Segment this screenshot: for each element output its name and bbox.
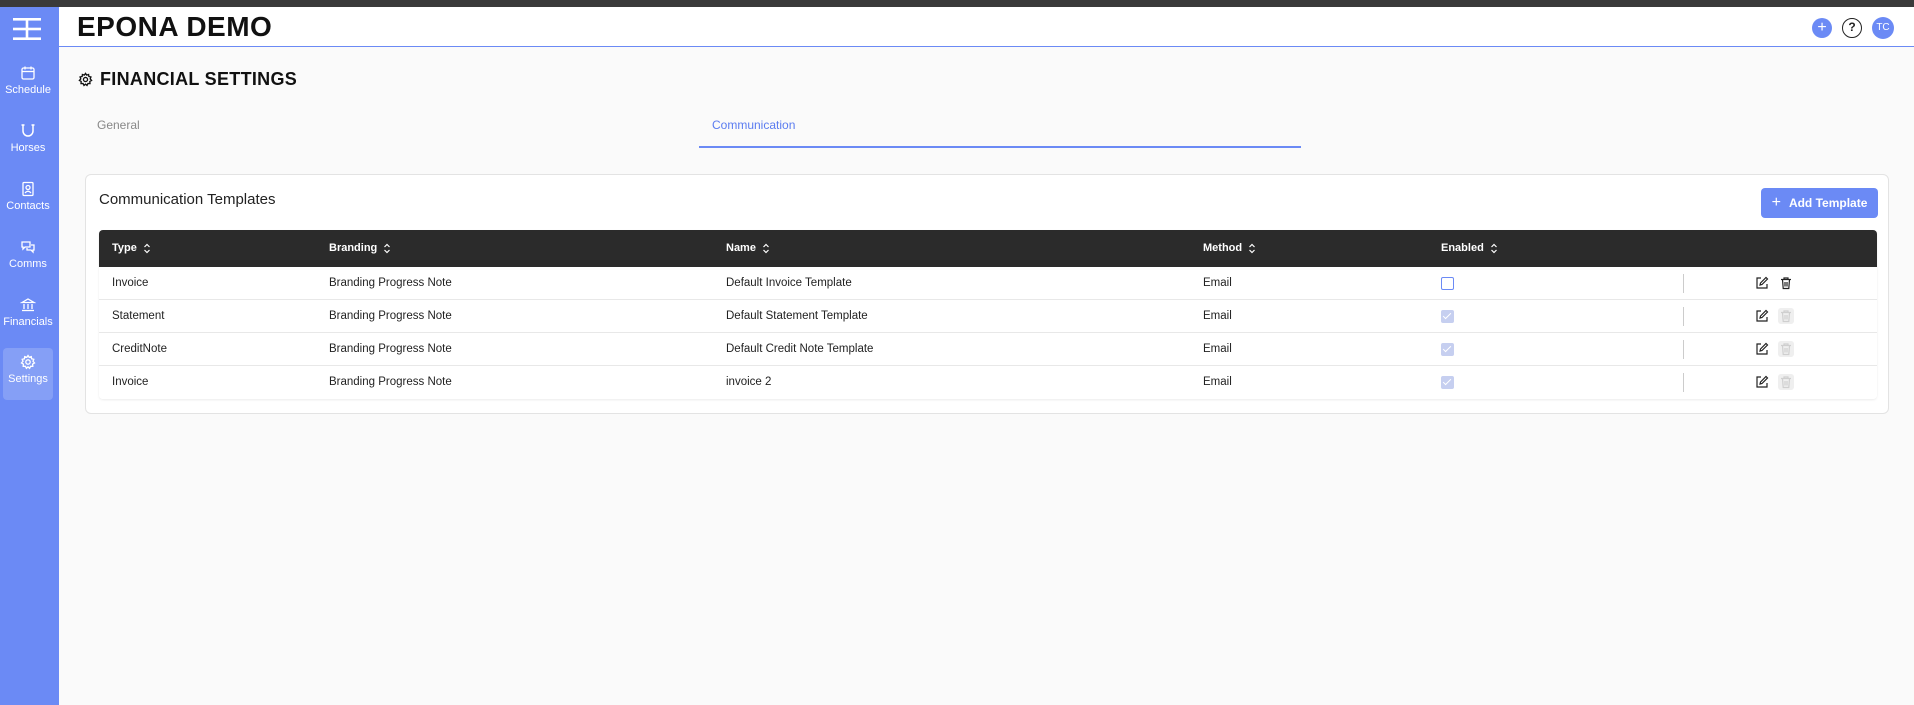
cell-type: Invoice bbox=[112, 277, 149, 289]
column-header-branding[interactable]: Branding bbox=[329, 242, 391, 254]
column-header-method[interactable]: Method bbox=[1203, 242, 1256, 254]
enabled-checkbox[interactable] bbox=[1441, 343, 1454, 356]
sort-icon bbox=[143, 243, 150, 253]
edit-icon[interactable] bbox=[1755, 342, 1769, 356]
panel-title: Communication Templates bbox=[99, 191, 276, 208]
sort-icon bbox=[763, 243, 769, 253]
trash-icon bbox=[1778, 308, 1794, 324]
sidebar: Schedule Horses Contacts Comms Financial… bbox=[0, 7, 59, 705]
user-avatar[interactable]: TC bbox=[1872, 17, 1894, 39]
cell-method: Email bbox=[1203, 277, 1232, 289]
sidebar-item-label: Financials bbox=[3, 316, 53, 328]
enabled-checkbox[interactable] bbox=[1441, 277, 1454, 290]
column-header-type[interactable]: Type bbox=[112, 242, 151, 254]
table-header: Type Branding Name Method Enabled bbox=[99, 230, 1877, 267]
table-row: Statement Branding Progress Note Default… bbox=[99, 300, 1877, 333]
column-label: Branding bbox=[329, 242, 378, 254]
gear-icon bbox=[20, 354, 36, 370]
sort-icon bbox=[384, 243, 391, 253]
quick-add-button[interactable]: + bbox=[1812, 18, 1832, 38]
sidebar-item-contacts[interactable]: Contacts bbox=[3, 175, 53, 227]
divider bbox=[1683, 307, 1684, 326]
column-label: Enabled bbox=[1441, 242, 1484, 254]
cell-name: Default Statement Template bbox=[726, 310, 868, 322]
calendar-icon bbox=[21, 66, 35, 80]
table-row: CreditNote Branding Progress Note Defaul… bbox=[99, 333, 1877, 366]
cell-type: Invoice bbox=[112, 376, 149, 388]
app-logo-icon[interactable] bbox=[12, 16, 42, 42]
column-label: Type bbox=[112, 242, 137, 254]
divider bbox=[1683, 274, 1684, 293]
tab-communication[interactable]: Communication bbox=[712, 118, 795, 132]
app-title: EPONA DEMO bbox=[77, 11, 273, 42]
cell-branding: Branding Progress Note bbox=[329, 343, 452, 355]
edit-icon[interactable] bbox=[1755, 276, 1769, 290]
sidebar-item-label: Settings bbox=[8, 373, 48, 385]
add-template-button[interactable]: + Add Template bbox=[1761, 188, 1878, 218]
table-row: Invoice Branding Progress Note invoice 2… bbox=[99, 366, 1877, 399]
column-header-name[interactable]: Name bbox=[726, 242, 770, 254]
communication-templates-panel: Communication Templates + Add Template T… bbox=[85, 174, 1889, 414]
cell-name: Default Credit Note Template bbox=[726, 343, 874, 355]
bank-icon bbox=[20, 298, 36, 312]
column-label: Name bbox=[726, 242, 756, 254]
sidebar-item-horses[interactable]: Horses bbox=[3, 117, 53, 169]
help-button[interactable]: ? bbox=[1842, 18, 1862, 38]
cell-branding: Branding Progress Note bbox=[329, 277, 452, 289]
cell-method: Email bbox=[1203, 310, 1232, 322]
cell-name: invoice 2 bbox=[726, 376, 772, 388]
page-title: FINANCIAL SETTINGS bbox=[100, 68, 298, 89]
divider bbox=[1683, 373, 1684, 392]
cell-name: Default Invoice Template bbox=[726, 277, 852, 289]
divider bbox=[1683, 340, 1684, 359]
edit-icon[interactable] bbox=[1755, 375, 1769, 389]
sidebar-item-settings[interactable]: Settings bbox=[3, 348, 53, 400]
enabled-checkbox[interactable] bbox=[1441, 310, 1454, 323]
sort-icon bbox=[1490, 243, 1497, 253]
window-top-strip bbox=[0, 0, 1914, 7]
sidebar-item-label: Schedule bbox=[5, 84, 51, 96]
tab-general[interactable]: General bbox=[97, 118, 140, 132]
add-template-label: Add Template bbox=[1788, 196, 1868, 210]
sort-icon bbox=[1249, 243, 1256, 253]
sidebar-item-comms[interactable]: Comms bbox=[3, 233, 53, 285]
horseshoe-icon bbox=[21, 124, 35, 137]
question-circle-icon: ? bbox=[1848, 20, 1856, 34]
trash-icon bbox=[1778, 374, 1794, 390]
top-header: EPONA DEMO + ? TC bbox=[59, 7, 1914, 47]
sidebar-item-label: Comms bbox=[9, 258, 47, 270]
sidebar-item-label: Horses bbox=[10, 142, 46, 154]
cell-type: Statement bbox=[112, 310, 165, 322]
cell-method: Email bbox=[1203, 376, 1232, 388]
cell-branding: Branding Progress Note bbox=[329, 310, 452, 322]
table-row: Invoice Branding Progress Note Default I… bbox=[99, 267, 1877, 300]
trash-icon bbox=[1778, 341, 1794, 357]
cell-method: Email bbox=[1203, 343, 1232, 355]
page-title-row: FINANCIAL SETTINGS bbox=[78, 67, 297, 91]
active-tab-indicator bbox=[699, 146, 1301, 148]
cell-branding: Branding Progress Note bbox=[329, 376, 452, 388]
plus-icon: + bbox=[1817, 19, 1827, 36]
templates-table: Type Branding Name Method Enabled Invoic… bbox=[99, 230, 1877, 399]
plus-icon: + bbox=[1771, 194, 1781, 211]
gear-icon bbox=[78, 71, 93, 86]
cell-type: CreditNote bbox=[112, 343, 167, 355]
enabled-checkbox[interactable] bbox=[1441, 376, 1454, 389]
sidebar-item-financials[interactable]: Financials bbox=[3, 291, 53, 343]
sidebar-item-schedule[interactable]: Schedule bbox=[3, 59, 53, 111]
sidebar-item-label: Contacts bbox=[6, 200, 50, 212]
contact-book-icon bbox=[22, 181, 34, 197]
column-header-enabled[interactable]: Enabled bbox=[1441, 242, 1498, 254]
chat-bubbles-icon bbox=[21, 241, 35, 254]
column-label: Method bbox=[1203, 242, 1243, 254]
trash-icon[interactable] bbox=[1778, 275, 1794, 291]
edit-icon[interactable] bbox=[1755, 309, 1769, 323]
